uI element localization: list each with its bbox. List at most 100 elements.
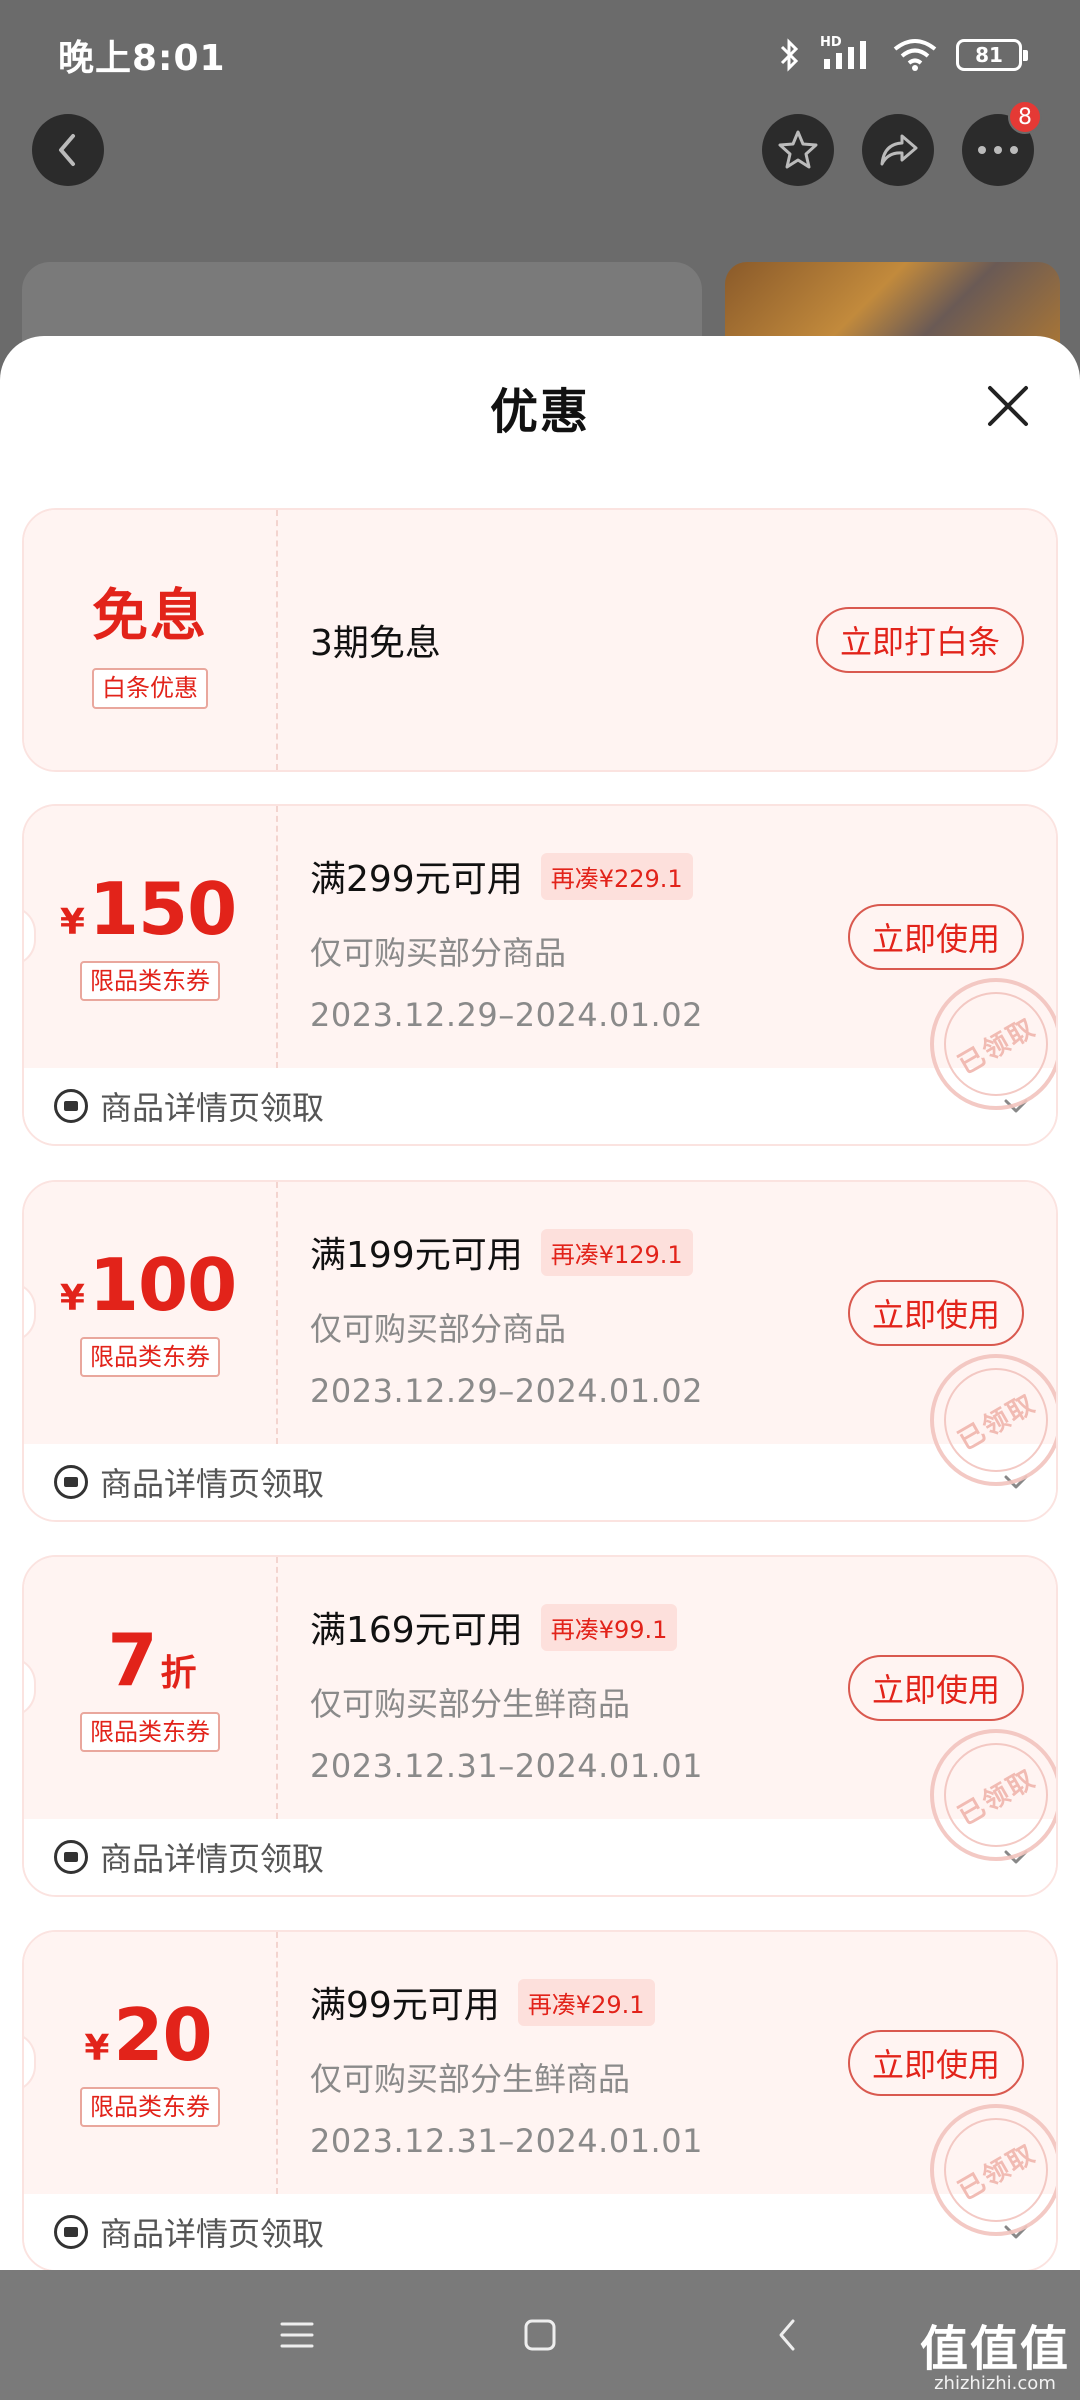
use-coupon-button[interactable]: 立即使用 [847, 1280, 1024, 1346]
coupon-condition: 满199元可用 [310, 1235, 523, 1276]
coupon-amount: 150 [88, 866, 237, 951]
status-icons: HD 81 [778, 35, 1028, 73]
use-coupon-button[interactable]: 立即使用 [847, 1655, 1024, 1721]
coupon-card: 7 折 限品类东券 满169元可用 再凑¥99.1 仅可购买部分生鲜商品 202… [22, 1555, 1058, 1897]
currency-symbol: ¥ [59, 901, 85, 943]
coupon-extra-tag: 再凑¥99.1 [540, 1603, 678, 1651]
use-coupon-button[interactable]: 立即使用 [847, 2030, 1024, 2096]
share-button[interactable] [862, 114, 934, 186]
divider [276, 806, 278, 1068]
coupon-type-tag: 限品类东券 [80, 1711, 220, 1753]
coupon-type-tag: 限品类东券 [80, 1336, 220, 1378]
system-nav-bar: 值值值 zhizhizhi.com [0, 2270, 1080, 2400]
more-badge: 8 [1008, 100, 1042, 134]
coupon-amount: 100 [88, 1242, 237, 1327]
coupon-source: 商品详情页领取 [100, 2215, 325, 2253]
star-icon [778, 130, 818, 169]
coupon-footer[interactable]: 商品详情页领取 [24, 1819, 1056, 1895]
status-bar: 晚上8:01 HD 81 [0, 0, 1080, 110]
coupon-date: 2023.12.31–2024.01.01 [310, 1747, 703, 1785]
ticket-icon [54, 1840, 88, 1874]
baitiao-left: 免息 白条优惠 [24, 510, 276, 770]
coupon-source: 商品详情页领取 [100, 1840, 325, 1878]
coupon-date: 2023.12.31–2024.01.01 [310, 2122, 703, 2160]
divider [276, 1557, 278, 1819]
divider [276, 1932, 278, 2194]
baitiao-desc: 3期免息 [310, 623, 441, 664]
more-button[interactable]: 8 [962, 100, 1042, 186]
discount-sheet: 优惠 免息 白条优惠 3期免息 立即打白条 ¥ 150 限品类东券 满299元可… [0, 336, 1080, 2270]
wifi-icon [893, 39, 937, 71]
coupon-source: 商品详情页领取 [100, 1465, 325, 1503]
ticket-icon [54, 1089, 88, 1123]
menu-icon [280, 2322, 314, 2348]
battery-icon: 81 [956, 39, 1028, 71]
coupon-value: ¥ 100 限品类东券 [24, 1182, 276, 1444]
system-back-button[interactable] [762, 2310, 812, 2360]
coupon-value: ¥ 20 限品类东券 [24, 1932, 276, 2194]
coupon-scope: 仅可购买部分生鲜商品 [310, 1685, 631, 1723]
baitiao-title: 免息 [92, 584, 208, 650]
close-icon [988, 386, 1028, 426]
ticket-icon [54, 1465, 88, 1499]
coupon-info: 满199元可用 再凑¥129.1 仅可购买部分商品 2023.12.29–202… [310, 1226, 856, 1410]
coupon-unit: 折 [160, 1652, 197, 1694]
coupon-card: ¥ 150 限品类东券 满299元可用 再凑¥229.1 仅可购买部分商品 20… [22, 804, 1058, 1146]
favorite-button[interactable] [762, 114, 834, 186]
claimed-stamp: 已领取 [930, 2104, 1056, 2236]
recents-button[interactable] [272, 2310, 322, 2360]
chevron-left-icon [779, 2319, 795, 2351]
divider [276, 1182, 278, 1444]
coupon-condition: 满99元可用 [310, 1985, 500, 2026]
coupon-scope: 仅可购买部分商品 [310, 934, 567, 972]
coupon-amount: 7 [107, 1617, 157, 1702]
coupon-condition: 满299元可用 [310, 859, 523, 900]
coupon-condition: 满169元可用 [310, 1610, 523, 1651]
watermark: 值值值 zhizhizhi.com [920, 2325, 1070, 2394]
coupon-extra-tag: 再凑¥129.1 [540, 1228, 693, 1276]
claimed-stamp: 已领取 [930, 978, 1056, 1110]
sheet-title: 优惠 [489, 384, 590, 440]
watermark-logo: 值值值 [919, 2321, 1070, 2377]
coupon-scope: 仅可购买部分商品 [310, 1310, 567, 1348]
claimed-stamp: 已领取 [930, 1729, 1056, 1861]
coupon-info: 满299元可用 再凑¥229.1 仅可购买部分商品 2023.12.29–202… [310, 850, 856, 1034]
coupon-card: ¥ 100 限品类东券 满199元可用 再凑¥129.1 仅可购买部分商品 20… [22, 1180, 1058, 1522]
chevron-left-icon [59, 134, 75, 166]
coupon-date: 2023.12.29–2024.01.02 [310, 1372, 703, 1410]
coupon-extra-tag: 再凑¥229.1 [540, 852, 693, 900]
baitiao-button[interactable]: 立即打白条 [815, 607, 1024, 673]
bluetooth-icon [780, 38, 799, 72]
coupon-extra-tag: 再凑¥29.1 [517, 1978, 655, 2026]
back-button[interactable] [32, 114, 104, 186]
currency-symbol: ¥ [59, 1277, 85, 1319]
coupon-footer[interactable]: 商品详情页领取 [24, 1068, 1056, 1144]
more-icon [978, 146, 1018, 154]
baitiao-tag: 白条优惠 [92, 668, 208, 709]
coupon-source: 商品详情页领取 [100, 1089, 325, 1127]
coupon-info: 满169元可用 再凑¥99.1 仅可购买部分生鲜商品 2023.12.31–20… [310, 1601, 856, 1785]
coupon-value: ¥ 150 限品类东券 [24, 806, 276, 1068]
coupon-amount: 20 [113, 1992, 212, 2077]
divider [276, 510, 278, 770]
signal-icon: HD [820, 35, 874, 73]
use-coupon-button[interactable]: 立即使用 [847, 904, 1024, 970]
currency-symbol: ¥ [84, 2027, 110, 2069]
status-time: 晚上8:01 [58, 38, 226, 79]
coupon-footer[interactable]: 商品详情页领取 [24, 2194, 1056, 2270]
coupon-card: ¥ 20 限品类东券 满99元可用 再凑¥29.1 仅可购买部分生鲜商品 202… [22, 1930, 1058, 2270]
coupon-footer[interactable]: 商品详情页领取 [24, 1444, 1056, 1520]
coupon-type-tag: 限品类东券 [80, 960, 220, 1002]
coupon-scope: 仅可购买部分生鲜商品 [310, 2060, 631, 2098]
home-button[interactable] [515, 2310, 565, 2360]
close-button[interactable] [980, 378, 1036, 434]
coupon-type-tag: 限品类东券 [80, 2086, 220, 2128]
coupon-info: 满99元可用 再凑¥29.1 仅可购买部分生鲜商品 2023.12.31–202… [310, 1976, 856, 2160]
baitiao-card: 免息 白条优惠 3期免息 立即打白条 [22, 508, 1058, 772]
ticket-icon [54, 2215, 88, 2249]
coupon-value: 7 折 限品类东券 [24, 1557, 276, 1819]
watermark-url: zhizhizhi.com [934, 2373, 1056, 2394]
coupon-date: 2023.12.29–2024.01.02 [310, 996, 703, 1034]
square-icon [524, 2319, 556, 2351]
claimed-stamp: 已领取 [930, 1354, 1056, 1486]
